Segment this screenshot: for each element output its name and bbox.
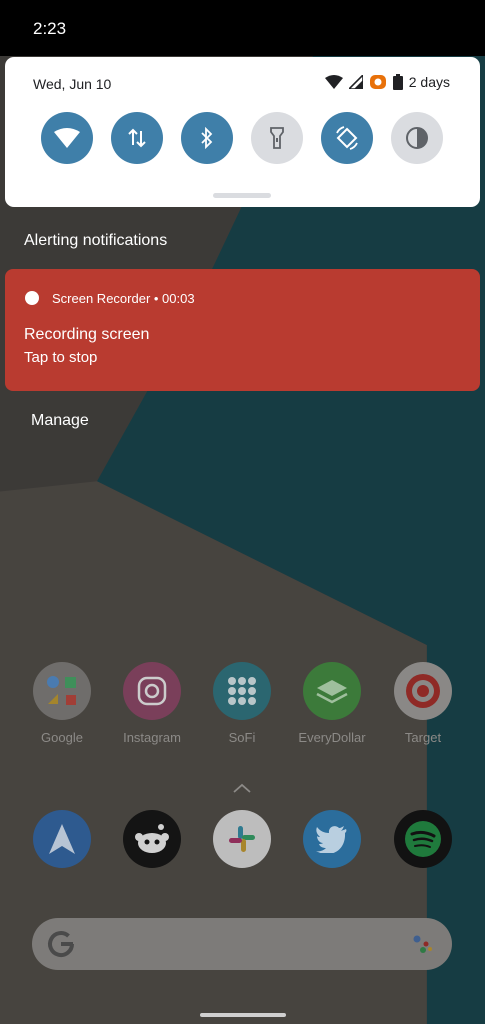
- battery-text: 2 days: [408, 74, 450, 90]
- spotify-icon: [394, 810, 452, 868]
- app-target[interactable]: Target: [388, 662, 458, 745]
- mobile-data-tile[interactable]: [111, 112, 163, 164]
- app-instagram[interactable]: Instagram: [117, 662, 187, 745]
- app-drawer-chevron-icon[interactable]: [232, 783, 252, 793]
- quick-settings-panel: Wed, Jun 10 2 days: [5, 57, 480, 207]
- app-sofi[interactable]: SoFi: [207, 662, 277, 745]
- flashlight-icon: [270, 127, 284, 149]
- google-search-bar[interactable]: [32, 918, 452, 970]
- dock-app-spotify[interactable]: [388, 810, 458, 868]
- dock-app-reddit[interactable]: [117, 810, 187, 868]
- instagram-icon: [123, 662, 181, 720]
- notification-app-name: Screen Recorder • 00:03: [52, 291, 195, 306]
- navigation-gesture-pill[interactable]: [200, 1013, 286, 1017]
- home-dock: [0, 810, 485, 872]
- wifi-icon: [54, 128, 80, 148]
- wifi-tile[interactable]: [41, 112, 93, 164]
- bluetooth-icon: [201, 127, 213, 149]
- twitter-icon: [303, 810, 361, 868]
- sofi-icon: [213, 662, 271, 720]
- data-arrows-icon: [128, 128, 146, 148]
- app-label: SoFi: [228, 730, 256, 745]
- everydollar-icon: [303, 662, 361, 720]
- auto-rotate-tile[interactable]: [321, 112, 373, 164]
- reddit-icon: [123, 810, 181, 868]
- dock-app-twitter[interactable]: [297, 810, 367, 868]
- section-title: Alerting notifications: [24, 232, 168, 249]
- invert-colors-icon: [406, 127, 428, 149]
- wifi-signal-icon: [324, 75, 343, 89]
- slack-icon: [213, 810, 271, 868]
- home-app-row: Google Instagram SoFi EveryDollar Target: [0, 662, 485, 762]
- status-bar: 2:23: [0, 0, 485, 56]
- manage-button[interactable]: Manage: [31, 412, 89, 430]
- qs-expand-handle[interactable]: [213, 193, 271, 198]
- screen-recorder-notification[interactable]: Screen Recorder • 00:03 Recording screen…: [5, 269, 480, 391]
- notification-title: Recording screen: [24, 326, 150, 343]
- dock-app-spark[interactable]: [27, 810, 97, 868]
- spark-icon: [33, 810, 91, 868]
- cell-signal-icon: [348, 75, 363, 89]
- notification-text: Tap to stop: [24, 349, 98, 366]
- qs-tiles: [41, 112, 451, 166]
- app-label: Target: [404, 730, 442, 745]
- status-clock: 2:23: [33, 19, 67, 38]
- google-assistant-icon[interactable]: [412, 934, 434, 954]
- screen-record-indicator-icon: [369, 75, 386, 89]
- app-google-folder[interactable]: Google: [27, 662, 97, 745]
- google-folder-icon: [33, 662, 91, 720]
- app-everydollar[interactable]: EveryDollar: [297, 662, 367, 745]
- record-dot-icon: [25, 291, 39, 305]
- dock-app-slack[interactable]: [207, 810, 277, 868]
- target-icon: [394, 662, 452, 720]
- app-label: Google: [41, 730, 83, 745]
- battery-icon: [392, 74, 403, 90]
- auto-rotate-icon: [336, 126, 358, 150]
- flashlight-tile[interactable]: [251, 112, 303, 164]
- qs-date[interactable]: Wed, Jun 10: [33, 76, 111, 92]
- app-label: Instagram: [123, 730, 181, 745]
- google-g-icon: [48, 931, 75, 958]
- app-label: EveryDollar: [298, 730, 366, 745]
- invert-colors-tile[interactable]: [391, 112, 443, 164]
- qs-status-icons: 2 days: [324, 74, 450, 90]
- bluetooth-tile[interactable]: [181, 112, 233, 164]
